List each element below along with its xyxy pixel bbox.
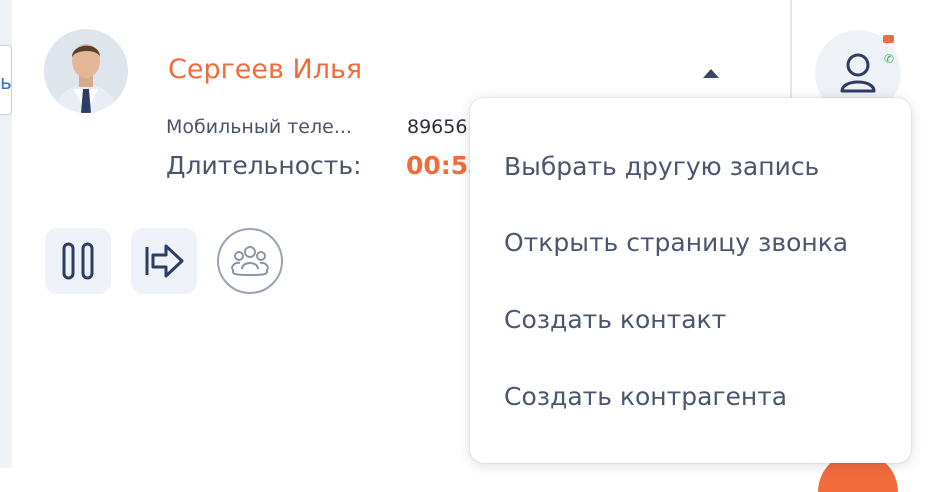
panel-divider	[790, 0, 792, 110]
call-actions-menu: Выбрать другую запись Открыть страницу з…	[470, 98, 911, 463]
phone-label: Мобильный теле...	[166, 116, 352, 138]
phone-value: 89656	[407, 116, 468, 138]
menu-item-choose-record[interactable]: Выбрать другую запись	[504, 150, 819, 184]
transfer-button[interactable]	[131, 228, 197, 294]
mail-badge-icon	[883, 35, 894, 43]
collapse-caret-icon[interactable]	[703, 69, 719, 78]
duration-value: 00:53	[406, 151, 472, 180]
duration-label: Длительность:	[166, 151, 362, 180]
pause-icon	[62, 242, 94, 280]
menu-item-open-call-page[interactable]: Открыть страницу звонка	[504, 226, 848, 260]
conference-icon	[231, 246, 269, 277]
pause-button[interactable]	[45, 228, 111, 294]
avatar-photo	[44, 29, 128, 113]
left-panel-field-text: ь	[0, 70, 12, 94]
contact-avatar	[44, 29, 128, 113]
contact-name[interactable]: Сергеев Илья	[168, 52, 362, 88]
conference-button[interactable]	[217, 228, 283, 294]
menu-item-create-counterparty[interactable]: Создать контрагента	[504, 380, 787, 414]
menu-item-create-contact[interactable]: Создать контакт	[504, 303, 726, 337]
phone-badge-icon: ✆	[884, 52, 895, 66]
user-icon	[840, 53, 876, 93]
transfer-icon	[145, 244, 184, 278]
